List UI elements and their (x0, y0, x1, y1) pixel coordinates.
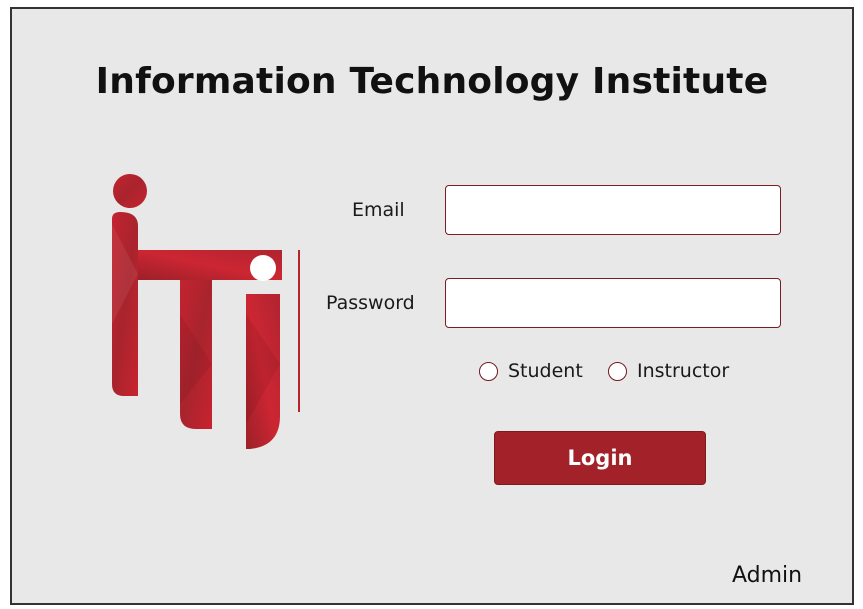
student-radio[interactable] (479, 361, 498, 381)
password-field[interactable] (445, 278, 781, 328)
email-field[interactable] (445, 185, 781, 235)
login-window: Information Technology Institute Email P… (10, 7, 854, 605)
email-label: Email (352, 199, 405, 221)
instructor-radio[interactable] (608, 361, 627, 381)
admin-link[interactable]: Admin (732, 563, 802, 588)
page-title: Information Technology Institute (95, 61, 769, 102)
password-label: Password (326, 292, 415, 314)
instructor-label: Instructor (637, 360, 730, 382)
role-student-option[interactable]: Student (479, 360, 583, 382)
iti-logo-icon (112, 174, 300, 449)
login-button[interactable]: Login (494, 431, 706, 485)
student-label: Student (508, 360, 583, 382)
role-instructor-option[interactable]: Instructor (608, 360, 729, 382)
